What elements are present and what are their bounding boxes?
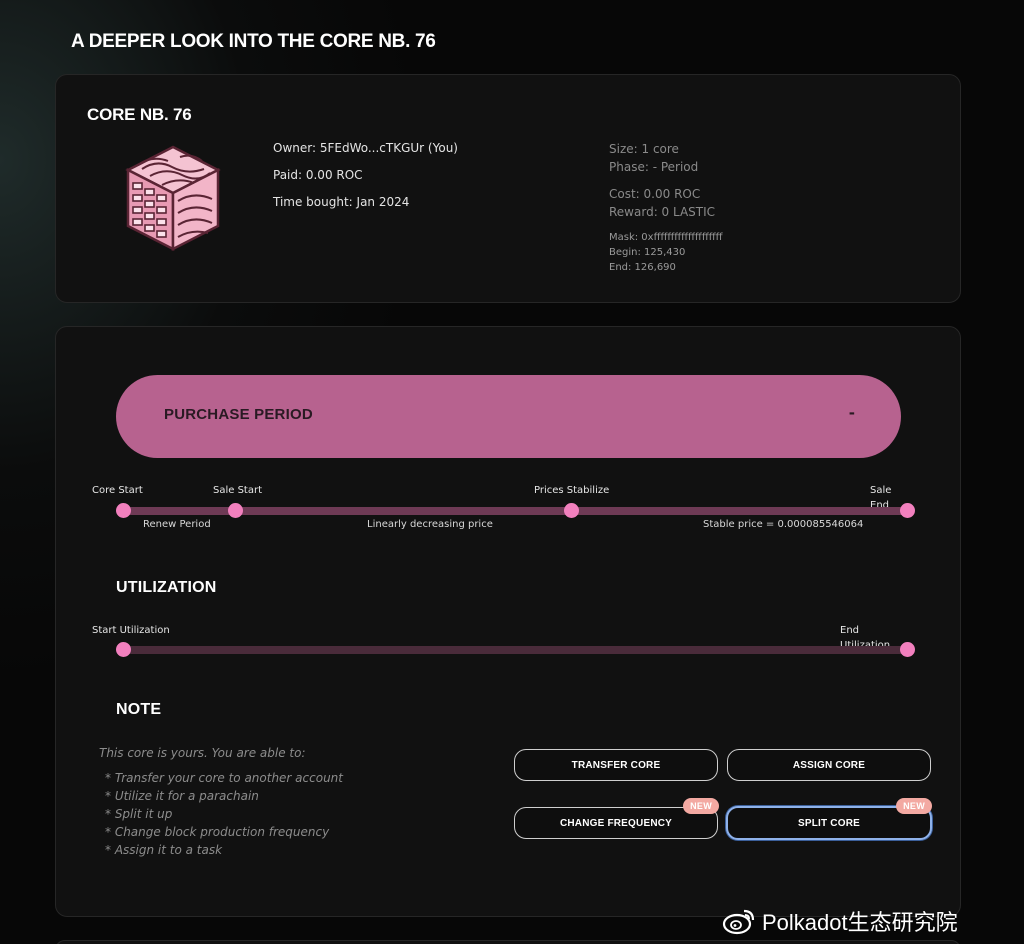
timeline-label-prices-stabilize: Prices Stabilize <box>534 485 610 496</box>
note-item: * Transfer your core to another account <box>105 771 343 785</box>
split-core-button[interactable]: SPLIT CORE NEW <box>726 798 932 840</box>
split-core-label: SPLIT CORE <box>797 817 860 829</box>
note-intro: This core is yours. You are able to: <box>99 746 306 760</box>
purchase-period-label: PURCHASE PERIOD <box>164 406 313 423</box>
note-item: * Utilize it for a parachain <box>105 789 259 803</box>
mask-text: Mask: 0xffffffffffffffffffff <box>609 232 723 243</box>
cost-text: Cost: 0.00 ROC <box>609 187 701 201</box>
segment-linear-price: Linearly decreasing price <box>367 519 493 530</box>
utilization-track <box>123 646 907 654</box>
size-text: Size: 1 core <box>609 142 679 156</box>
timeline-dot-core-start <box>116 503 131 518</box>
begin-text: Begin: 125,430 <box>609 247 686 258</box>
segment-renew-period: Renew Period <box>143 519 211 530</box>
note-item: * Change block production frequency <box>105 825 330 839</box>
purchase-period-banner: PURCHASE PERIOD - <box>116 375 901 458</box>
core-title: CORE NB. 76 <box>87 105 192 124</box>
page-heading: A DEEPER LOOK INTO THE CORE NB. 76 <box>71 31 436 52</box>
new-badge: NEW <box>683 798 719 814</box>
assign-core-button[interactable]: ASSIGN CORE <box>727 749 931 781</box>
transfer-core-label: TRANSFER CORE <box>571 759 661 771</box>
next-card <box>55 940 961 944</box>
change-frequency-button[interactable]: CHANGE FREQUENCY NEW <box>514 798 719 839</box>
timeline-label-sale-start: Sale Start <box>213 485 263 496</box>
core-stats: Size: 1 core Phase: - Period Cost: 0.00 … <box>609 140 722 275</box>
timeline-dot-sale-start <box>228 503 243 518</box>
utilization-dot-end <box>900 642 915 657</box>
core-details-card: PURCHASE PERIOD - Core Start Sale Start … <box>55 326 961 917</box>
owner-text: Owner: 5FEdWo...cTKGUr (You) <box>273 141 458 155</box>
purchase-period-value: - <box>848 404 855 422</box>
timeline-label-core-start: Core Start <box>92 485 143 496</box>
timeline-dot-prices-stabilize <box>564 503 579 518</box>
note-item: * Assign it to a task <box>105 843 223 857</box>
core-cube-icon <box>125 145 221 252</box>
note-title: NOTE <box>116 701 162 718</box>
utilization-title: UTILIZATION <box>116 579 217 596</box>
paid-text: Paid: 0.00 ROC <box>273 168 363 182</box>
utilization-dot-start <box>116 642 131 657</box>
start-utilization-label: Start Utilization <box>92 625 170 636</box>
core-info-card: CORE NB. 76 Owner: 5FEdWo...cTKGUr (You)… <box>55 74 961 303</box>
timeline-dot-sale-end <box>900 503 915 518</box>
note-item: * Split it up <box>105 807 173 821</box>
time-bought-text: Time bought: Jan 2024 <box>273 195 410 209</box>
watermark-text: Polkadot生态研究院 <box>762 910 958 935</box>
transfer-core-button[interactable]: TRANSFER CORE <box>514 749 718 781</box>
weibo-icon <box>722 909 755 935</box>
new-badge: NEW <box>896 798 932 814</box>
assign-core-label: ASSIGN CORE <box>792 759 866 771</box>
phase-text: Phase: - Period <box>609 160 699 174</box>
end-text: End: 126,690 <box>609 262 676 273</box>
watermark: Polkadot生态研究院 <box>722 905 958 937</box>
segment-stable-price: Stable price = 0.000085546064 <box>703 519 864 530</box>
change-frequency-label: CHANGE FREQUENCY <box>559 817 673 829</box>
note-body: This core is yours. You are able to: * T… <box>99 745 343 859</box>
reward-text: Reward: 0 LASTIC <box>609 205 716 219</box>
core-ownership-info: Owner: 5FEdWo...cTKGUr (You) Paid: 0.00 … <box>273 141 458 222</box>
